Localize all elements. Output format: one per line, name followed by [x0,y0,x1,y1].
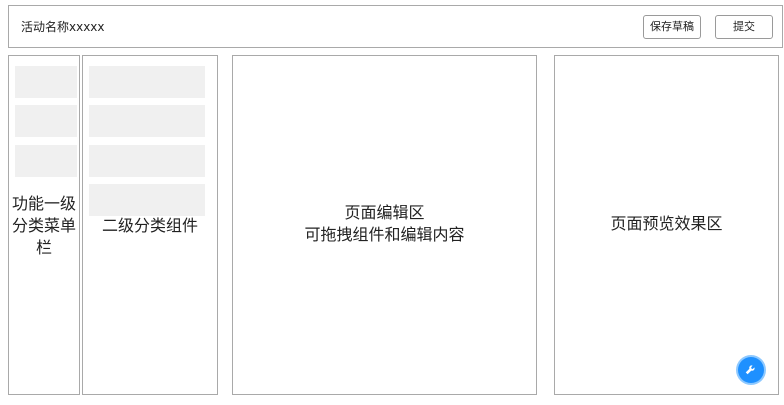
component-item[interactable] [89,66,205,98]
primary-category-menu-panel: 功能一级分类菜单栏 [8,55,80,395]
preview-area-label: 页面预览效果区 [610,214,723,233]
top-bar: 活动名称xxxxx 保存草稿 提交 [8,5,783,48]
primary-menu-label: 功能一级分类菜单栏 [12,194,77,257]
save-draft-button[interactable]: 保存草稿 [643,15,701,39]
wrench-icon [744,361,758,380]
activity-title: 活动名称xxxxx [21,20,105,34]
secondary-components-label: 二级分类组件 [101,216,198,235]
editor-area-label: 页面编辑区 可拖拽组件和编辑内容 [233,202,536,246]
page-editor-area[interactable]: 页面编辑区 可拖拽组件和编辑内容 [232,55,537,395]
primary-menu-item[interactable] [15,105,77,137]
component-item[interactable] [89,184,205,216]
editor-label-line2: 可拖拽组件和编辑内容 [304,225,465,244]
submit-button[interactable]: 提交 [715,15,773,39]
component-item[interactable] [89,145,205,177]
editor-label-line1: 页面编辑区 [344,203,425,222]
component-item[interactable] [89,105,205,137]
secondary-components-panel: 二级分类组件 [82,55,218,395]
tools-fab-button[interactable] [738,357,764,383]
primary-menu-item[interactable] [15,145,77,177]
page-preview-area: 页面预览效果区 [554,55,779,395]
primary-menu-item[interactable] [15,66,77,98]
